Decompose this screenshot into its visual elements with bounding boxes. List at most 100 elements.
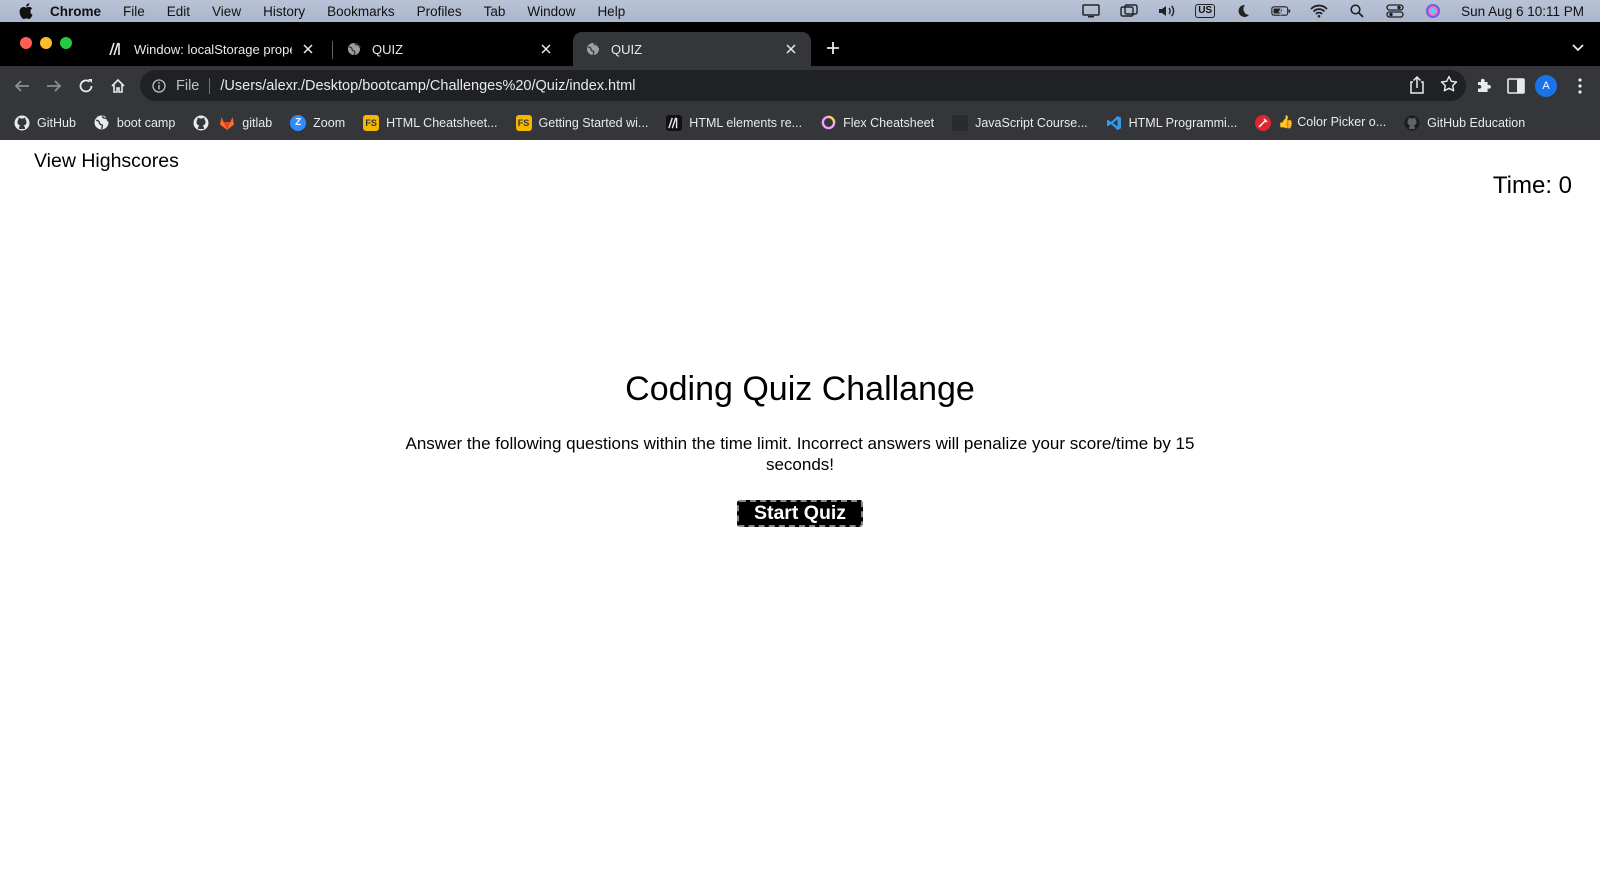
bookmark-flex-cheatsheet[interactable]: Flex Cheatsheet [820,115,934,131]
bookmark-label: HTML Programmi... [1128,115,1238,130]
bookmark-github-unlabeled[interactable] [193,115,209,131]
keyboard-layout-label: US [1195,4,1216,18]
volume-icon[interactable] [1157,3,1177,19]
chrome-toolbar: File /Users/alexr./Desktop/bootcamp/Chal… [0,66,1600,105]
tab-title: QUIZ [372,41,404,57]
start-quiz-button[interactable]: Start Quiz [737,500,863,527]
quiz-timer: Time: 0 [1492,172,1572,199]
back-button[interactable] [10,74,34,98]
menu-app-name[interactable]: Chrome [50,4,101,19]
vscode-icon [1106,115,1122,131]
blank-icon [952,114,969,131]
tab-localstorage[interactable]: Window: localStorage property [96,32,328,66]
bookmark-html-programming[interactable]: HTML Programmi... [1106,115,1238,131]
site-info-icon[interactable] [150,77,168,95]
menubar-status-area: US Sun Aug 6 10:11 PM [1081,0,1584,22]
close-window-button[interactable] [20,37,32,49]
moon-icon[interactable] [1233,3,1253,19]
ring-icon [820,115,836,131]
bookmark-gitlab[interactable]: gitlab [219,115,272,131]
chrome-menu-kebab-icon[interactable] [1568,74,1592,98]
share-icon[interactable] [1408,75,1426,99]
battery-icon[interactable] [1271,3,1291,19]
bookmark-label: Flex Cheatsheet [843,115,935,130]
menubar-clock[interactable]: Sun Aug 6 10:11 PM [1461,4,1584,19]
tab-quiz[interactable]: QUIZ [334,32,566,66]
bookmark-boot-camp[interactable]: boot camp [94,115,175,131]
chrome-tab-strip: Window: localStorage property QUIZ QUIZ [0,22,1600,66]
menu-edit[interactable]: Edit [167,4,190,19]
new-tab-button[interactable] [822,37,844,59]
menu-help[interactable]: Help [597,4,625,19]
address-bar[interactable]: File /Users/alexr./Desktop/bootcamp/Chal… [140,70,1466,101]
bookmark-html-elements[interactable]: HTML elements re... [666,114,802,131]
bookmark-github-education[interactable]: GitHub Education [1404,115,1525,131]
tab-search-chevron-icon[interactable] [1568,38,1588,58]
fs-icon: FS [363,114,380,131]
bookmark-star-icon[interactable] [1440,75,1458,99]
bookmark-label: gitlab [242,115,273,130]
tab-title: QUIZ [611,41,643,57]
bookmarks-bar: GitHub boot camp gitlab Z Zoom FS HTML C… [0,105,1600,140]
mdn-icon [108,41,124,57]
windows-icon[interactable] [1119,3,1139,19]
control-center-icon[interactable] [1385,3,1405,19]
extensions-puzzle-icon[interactable] [1472,74,1496,98]
github-icon [1404,115,1420,131]
menu-profiles[interactable]: Profiles [417,4,462,19]
menu-history[interactable]: History [263,4,305,19]
quiz-description: Answer the following questions within th… [405,434,1195,474]
globe-icon [585,41,601,57]
bookmark-javascript-course[interactable]: JavaScript Course... [952,114,1088,131]
view-highscores-link[interactable]: View Highscores [34,150,179,173]
scheme-label: File [176,77,200,94]
bookmark-github[interactable]: GitHub [14,115,76,131]
tab-title: Window: localStorage property [134,41,292,57]
omnibox-divider [209,77,211,94]
quiz-title: Coding Quiz Challange [625,370,975,408]
close-icon[interactable] [300,41,316,57]
menu-view[interactable]: View [212,4,241,19]
bookmark-html-cheatsheet[interactable]: FS HTML Cheatsheet... [363,114,498,131]
fs-icon: FS [515,114,532,131]
wifi-icon[interactable] [1309,3,1329,19]
menu-file[interactable]: File [123,4,145,19]
menu-window[interactable]: Window [527,4,575,19]
globe-icon [346,41,362,57]
github-icon [193,115,209,131]
bookmark-label: HTML Cheatsheet... [386,115,498,130]
github-icon [14,115,30,131]
spotlight-search-icon[interactable] [1347,3,1367,19]
bookmark-label: JavaScript Course... [975,115,1088,130]
apple-icon[interactable] [16,0,36,22]
profile-avatar[interactable]: A [1535,75,1557,97]
globe-icon [94,115,110,131]
omnibox-actions [1408,75,1458,99]
bookmark-label: GitHub Education [1427,115,1526,130]
maximize-window-button[interactable] [60,37,72,49]
gitlab-icon [219,115,235,131]
mdn-icon [666,114,683,131]
forward-button[interactable] [42,74,66,98]
url-text[interactable]: /Users/alexr./Desktop/bootcamp/Challenge… [220,78,635,94]
macos-menubar: Chrome File Edit View History Bookmarks … [0,0,1600,22]
close-icon[interactable] [783,41,799,57]
close-icon[interactable] [538,41,554,57]
keyboard-layout-icon[interactable]: US [1195,3,1216,19]
menu-tab[interactable]: Tab [484,4,506,19]
menu-bookmarks[interactable]: Bookmarks [327,4,395,19]
bookmark-label: Getting Started wi... [538,115,649,130]
bookmark-label: GitHub [37,115,76,130]
zoom-icon: Z [290,114,307,131]
screen: Chrome File Edit View History Bookmarks … [0,0,1600,894]
bookmark-zoom[interactable]: Z Zoom [290,114,345,131]
home-button[interactable] [106,74,130,98]
display-icon[interactable] [1081,3,1101,19]
bookmark-getting-started[interactable]: FS Getting Started wi... [515,114,649,131]
tab-quiz-active[interactable]: QUIZ [573,32,811,66]
minimize-window-button[interactable] [40,37,52,49]
bookmark-color-picker[interactable]: 👍 Color Picker o... [1255,114,1386,131]
siri-icon[interactable] [1423,3,1443,19]
reload-button[interactable] [74,74,98,98]
side-panel-icon[interactable] [1504,74,1528,98]
